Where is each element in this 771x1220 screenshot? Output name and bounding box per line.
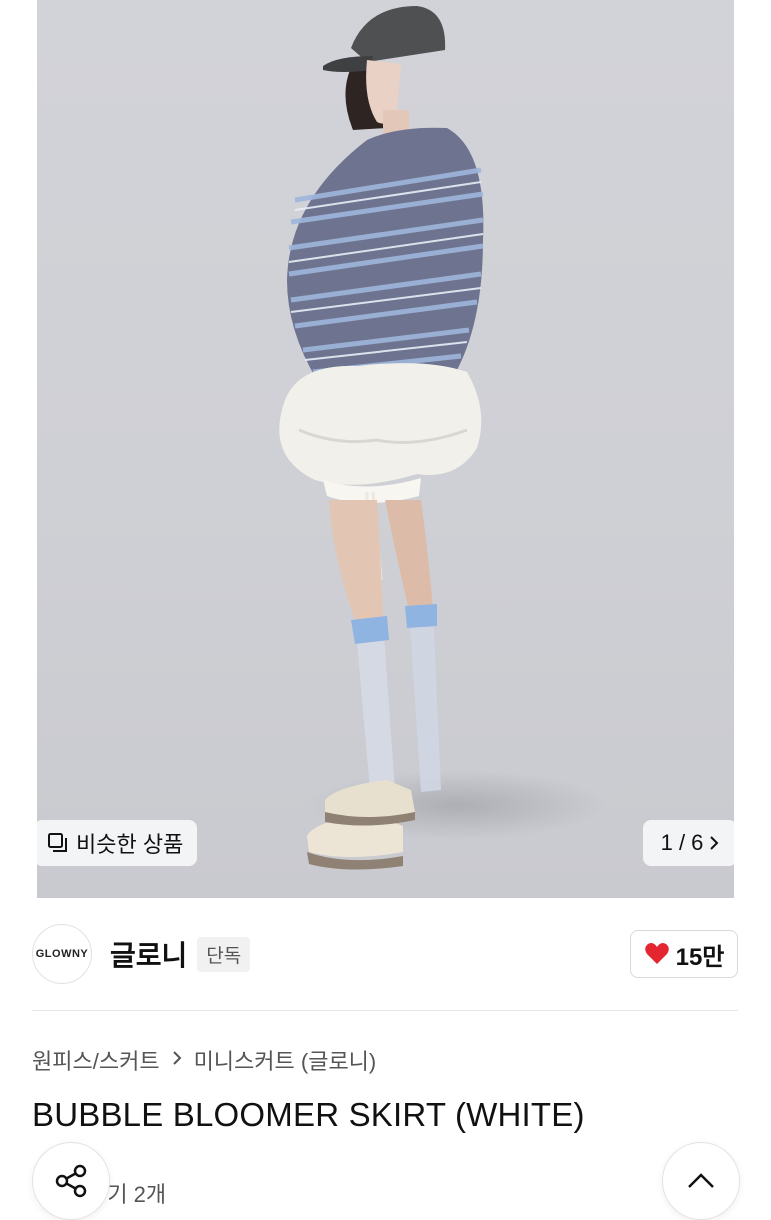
product-photo xyxy=(37,0,734,898)
like-count: 15만 xyxy=(675,943,725,971)
seller-logo[interactable]: GLOWNY xyxy=(32,924,92,984)
heart-icon xyxy=(644,942,676,966)
breadcrumb-category[interactable]: 원피스/스커트 xyxy=(32,1044,160,1076)
like-button[interactable]: 15만 xyxy=(630,930,738,978)
divider xyxy=(32,1010,738,1011)
similar-products-button[interactable]: 비슷한 상품 xyxy=(34,820,198,866)
seller-logo-text: GLOWNY xyxy=(35,948,89,960)
similar-products-label: 비슷한 상품 xyxy=(76,832,184,857)
image-counter-text: 1 / 6 xyxy=(660,830,704,855)
model-illustration xyxy=(279,6,484,870)
share-icon xyxy=(53,1163,89,1199)
exclusive-badge: 단독 xyxy=(197,936,251,972)
image-counter-button[interactable]: 1 / 6 xyxy=(643,820,737,866)
chevron-up-icon xyxy=(686,1172,716,1190)
copy-squares-icon xyxy=(48,833,68,853)
product-image-carousel[interactable]: 비슷한 상품 1 / 6 xyxy=(0,0,771,898)
seller-row: GLOWNY 글로니 단독 15만 xyxy=(32,922,738,986)
product-title: BUBBLE BLOOMER SKIRT (WHITE) xyxy=(32,1096,585,1133)
breadcrumb: 원피스/스커트 미니스커트 (글로니) xyxy=(32,1044,376,1076)
share-button[interactable] xyxy=(32,1142,110,1220)
chevron-right-icon xyxy=(709,835,719,851)
scroll-top-button[interactable] xyxy=(662,1142,740,1220)
chevron-right-icon xyxy=(172,1049,182,1072)
breadcrumb-subcategory[interactable]: 미니스커트 (글로니) xyxy=(194,1044,377,1076)
seller-name-link[interactable]: 글로니 xyxy=(110,934,187,974)
